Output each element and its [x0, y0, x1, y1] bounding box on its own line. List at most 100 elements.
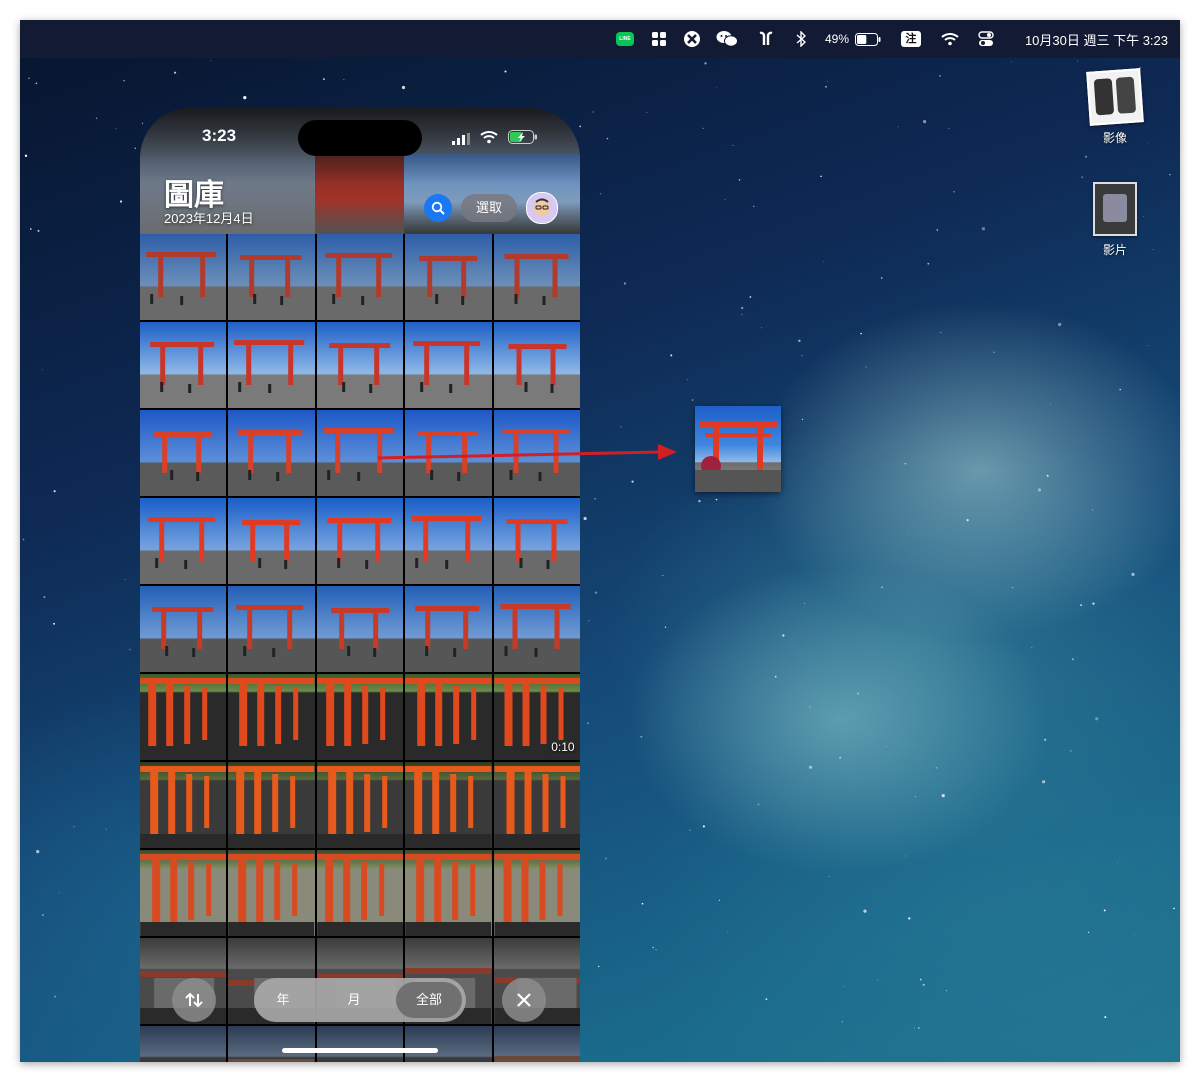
photo-thumbnail[interactable]	[228, 850, 315, 936]
grid-app-icon[interactable]	[648, 20, 670, 58]
desktop-icon-image[interactable]: 影像	[1080, 68, 1150, 146]
photo-thumbnail[interactable]	[140, 234, 227, 320]
photo-thumbnail[interactable]	[228, 586, 315, 672]
photo-thumbnail[interactable]	[493, 322, 580, 408]
profile-avatar[interactable]	[526, 192, 558, 224]
photo-thumbnail[interactable]	[405, 498, 492, 584]
temple-photo-image	[228, 340, 315, 408]
segment-month[interactable]: 月	[320, 978, 388, 1022]
close-icon	[517, 993, 531, 1007]
photo-thumbnail[interactable]: 0:10	[493, 674, 580, 760]
photo-thumbnail[interactable]	[405, 234, 492, 320]
photo-thumbnail[interactable]	[140, 674, 227, 760]
photo-thumbnail[interactable]	[228, 762, 315, 848]
wechat-icon[interactable]	[714, 20, 740, 58]
photo-row	[140, 1026, 580, 1062]
photo-thumbnail[interactable]	[140, 498, 227, 584]
temple-photo-image	[405, 341, 492, 408]
photo-thumbnail[interactable]	[228, 498, 315, 584]
photo-thumbnail[interactable]	[405, 410, 492, 496]
battery-icon[interactable]	[854, 20, 882, 58]
photo-thumbnail[interactable]	[316, 410, 404, 496]
photo-thumbnail[interactable]	[140, 1026, 227, 1062]
select-button[interactable]: 選取	[461, 194, 517, 222]
phone-battery-charging-icon	[508, 130, 538, 149]
temple-photo-image	[494, 1056, 580, 1062]
close-button[interactable]	[502, 978, 546, 1022]
temple-photo-image	[316, 678, 403, 760]
dragged-photo[interactable]	[695, 406, 781, 492]
photo-thumbnail[interactable]	[228, 674, 315, 760]
photo-thumbnail[interactable]	[493, 586, 580, 672]
photo-thumbnail[interactable]	[228, 410, 315, 496]
iphone-mirroring-window[interactable]: 3:23 圖庫 2023年12月4日 選取 0:10 年 月 全部	[140, 108, 580, 1062]
photo-thumbnail[interactable]	[228, 234, 315, 320]
photo-thumbnail[interactable]	[316, 498, 404, 584]
photo-row	[140, 850, 580, 936]
photo-thumbnail[interactable]	[316, 322, 404, 408]
wifi-icon[interactable]	[938, 20, 962, 58]
temple-photo-image	[228, 520, 315, 584]
photo-thumbnail[interactable]	[140, 762, 227, 848]
photo-thumbnail[interactable]	[405, 322, 492, 408]
menu-bar: LINE 49% 注 10月30日 週三 下午 3:23	[20, 20, 1180, 58]
photo-thumbnail[interactable]	[140, 850, 227, 936]
temple-photo-image	[228, 678, 315, 760]
temple-photo-image	[140, 1026, 226, 1062]
photo-thumbnail[interactable]	[493, 1026, 580, 1062]
temple-photo-image	[405, 606, 492, 672]
photo-thumbnail[interactable]	[228, 322, 315, 408]
photo-thumbnail[interactable]	[140, 586, 227, 672]
tool-app-icon[interactable]	[680, 20, 704, 58]
photo-thumbnail[interactable]	[316, 762, 404, 848]
photo-thumbnail[interactable]	[316, 674, 404, 760]
photo-thumbnail[interactable]	[405, 762, 492, 848]
line-app-icon[interactable]: LINE	[614, 20, 636, 58]
photo-row: 0:10	[140, 674, 580, 760]
desktop-icon-video-label: 影片	[1102, 243, 1127, 257]
photo-thumbnail[interactable]	[140, 322, 227, 408]
photo-thumbnail[interactable]	[493, 850, 580, 936]
bluetooth-icon[interactable]	[792, 20, 810, 58]
temple-photo-image	[228, 605, 315, 672]
temple-photo-image	[228, 1059, 315, 1062]
image-file-icon	[1086, 68, 1144, 126]
phone-wifi-icon	[480, 130, 498, 149]
photo-thumbnail[interactable]	[140, 410, 227, 496]
photo-thumbnail[interactable]	[316, 850, 404, 936]
photo-thumbnail[interactable]	[405, 1026, 492, 1062]
photo-thumbnail[interactable]	[493, 410, 580, 496]
photo-row	[140, 410, 580, 496]
temple-photo-image	[140, 766, 227, 848]
temple-photo-image	[316, 428, 403, 496]
temple-photo-image	[140, 607, 227, 672]
photos-header: 3:23 圖庫 2023年12月4日 選取	[140, 108, 580, 234]
photo-thumbnail[interactable]	[405, 586, 492, 672]
desktop-icon-video[interactable]: 影片	[1080, 182, 1150, 258]
photo-thumbnail[interactable]	[316, 1026, 404, 1062]
photo-thumbnail[interactable]	[405, 674, 492, 760]
photo-thumbnail[interactable]	[316, 586, 404, 672]
airpods-icon[interactable]	[754, 20, 778, 58]
temple-photo-image	[494, 854, 580, 936]
temple-photo-image	[228, 255, 315, 320]
phone-status-time: 3:23	[202, 126, 237, 145]
control-center-icon[interactable]	[974, 20, 998, 58]
photo-thumbnail[interactable]	[405, 850, 492, 936]
photo-thumbnail[interactable]	[493, 234, 580, 320]
photo-thumbnail[interactable]	[493, 498, 580, 584]
photo-thumbnail[interactable]	[493, 762, 580, 848]
segment-all[interactable]: 全部	[396, 982, 462, 1018]
photo-thumbnail[interactable]	[316, 234, 404, 320]
segment-year[interactable]: 年	[254, 978, 312, 1022]
input-method-label: 注	[901, 31, 921, 47]
temple-photo-image	[405, 854, 492, 936]
photo-thumbnail[interactable]	[228, 1026, 315, 1062]
search-button[interactable]	[424, 194, 452, 222]
temple-photo-image	[494, 766, 580, 848]
temple-photo-image	[317, 1026, 403, 1062]
sort-button[interactable]	[172, 978, 216, 1022]
photo-row	[140, 586, 580, 672]
input-method-icon[interactable]: 注	[900, 20, 922, 58]
menubar-clock[interactable]: 10月30日 週三 下午 3:23	[1010, 20, 1168, 58]
